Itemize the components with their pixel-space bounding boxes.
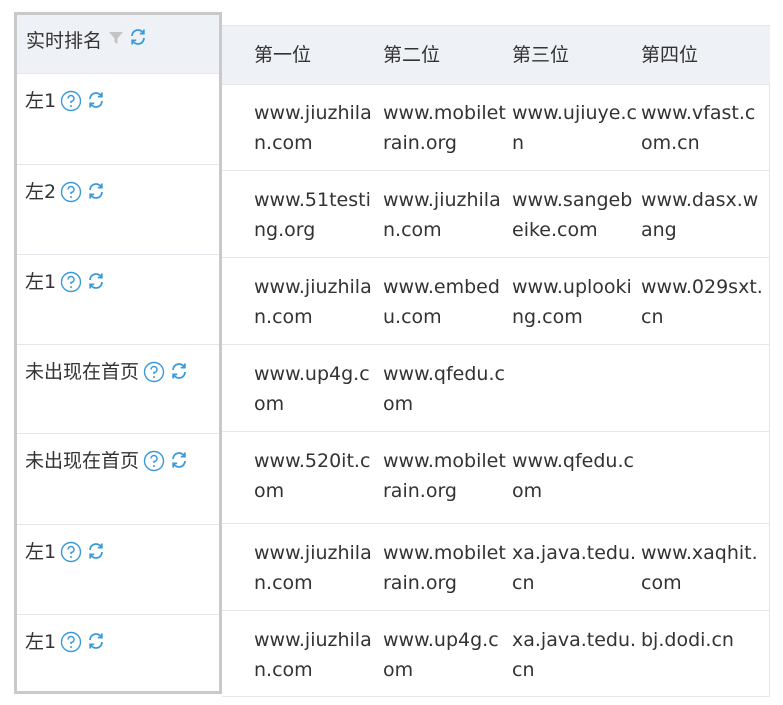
rank-value: 左2 (25, 181, 57, 203)
question-circle-icon[interactable] (60, 181, 82, 203)
site-cell: xa.java.tedu.cn (512, 629, 637, 681)
site-cell: www.mobiletrain.org (383, 102, 506, 154)
site-cell: www.jiuzhilan.com (254, 542, 372, 594)
rank-row: 左1 (17, 525, 219, 615)
rank-table: 第一位 第二位 第三位 第四位 www.jiuzhilan.com www.mo… (0, 0, 783, 705)
column-header-fourth: 第四位 (641, 44, 699, 66)
filter-icon[interactable] (108, 30, 124, 46)
site-cell: www.dasx.wang (641, 189, 759, 241)
refresh-icon[interactable] (86, 90, 106, 110)
rank-column: 实时排名 左1 左2 左1 未出现在首页 未出现在首页 左1 左1 (14, 12, 222, 694)
table-header: 第一位 第二位 第三位 第四位 (222, 25, 770, 85)
column-header-third: 第三位 (512, 44, 570, 66)
site-cell (641, 432, 770, 523)
refresh-icon[interactable] (169, 450, 189, 470)
site-cell: www.029sxt.cn (641, 276, 763, 328)
question-circle-icon[interactable] (60, 541, 82, 563)
rank-value: 未出现在首页 (25, 361, 140, 383)
site-cell: www.embedu.com (383, 276, 500, 328)
question-circle-icon[interactable] (60, 631, 82, 653)
table-row: www.520it.com www.mobiletrain.org www.qf… (222, 432, 770, 524)
site-cell: xa.java.tedu.cn (512, 542, 637, 594)
rank-row: 左2 (17, 165, 219, 255)
site-cell: www.jiuzhilan.com (254, 276, 372, 328)
question-circle-icon[interactable] (60, 90, 82, 112)
site-cell: www.mobiletrain.org (383, 450, 506, 502)
site-cell: www.up4g.com (254, 363, 370, 415)
table-body: www.jiuzhilan.com www.mobiletrain.org ww… (222, 84, 770, 697)
site-cell: www.sangebeike.com (512, 189, 633, 241)
rank-row: 左1 (17, 74, 219, 165)
site-cell (512, 345, 641, 431)
refresh-icon[interactable] (86, 631, 106, 651)
rank-value: 左1 (25, 541, 57, 563)
rank-value: 左1 (25, 631, 57, 653)
table-row: www.jiuzhilan.com www.mobiletrain.org xa… (222, 524, 770, 611)
question-circle-icon[interactable] (60, 271, 82, 293)
site-cell: bj.dodi.cn (641, 629, 734, 651)
table-row: www.up4g.com www.qfedu.com (222, 345, 770, 432)
site-cell: www.mobiletrain.org (383, 542, 506, 594)
rank-row: 未出现在首页 (17, 345, 219, 434)
site-cell: www.ujiuye.cn (512, 102, 637, 154)
table-row: www.jiuzhilan.com www.mobiletrain.org ww… (222, 84, 770, 171)
site-cell: www.vfast.com.cn (641, 102, 756, 154)
question-circle-icon[interactable] (143, 450, 165, 472)
rank-column-title: 实时排名 (26, 30, 103, 52)
rank-value: 左1 (25, 271, 57, 293)
site-cell: www.qfedu.com (512, 450, 634, 502)
refresh-icon[interactable] (86, 271, 106, 291)
table-row: www.jiuzhilan.com www.embedu.com www.upl… (222, 258, 770, 345)
site-cell: www.jiuzhilan.com (383, 189, 501, 241)
site-cell (641, 345, 770, 431)
site-cell: www.51testing.org (254, 189, 371, 241)
refresh-icon[interactable] (169, 361, 189, 381)
rank-row: 左1 (17, 255, 219, 345)
column-header-second: 第二位 (383, 44, 441, 66)
rank-value: 左1 (25, 90, 57, 112)
site-cell: www.520it.com (254, 450, 371, 502)
rank-row: 左1 (17, 615, 219, 691)
refresh-icon[interactable] (86, 541, 106, 561)
table-row: www.51testing.org www.jiuzhilan.com www.… (222, 171, 770, 258)
site-cell: www.qfedu.com (383, 363, 505, 415)
rank-row: 未出现在首页 (17, 434, 219, 525)
site-cell: www.xaqhit.com (641, 542, 758, 594)
column-header-first: 第一位 (254, 44, 312, 66)
rank-value: 未出现在首页 (25, 450, 140, 472)
rank-column-header: 实时排名 (17, 15, 219, 74)
site-cell: www.uplooking.com (512, 276, 632, 328)
question-circle-icon[interactable] (143, 361, 165, 383)
site-cell: www.jiuzhilan.com (254, 102, 372, 154)
site-cell: www.up4g.com (383, 629, 499, 681)
refresh-icon[interactable] (86, 181, 106, 201)
refresh-icon[interactable] (128, 27, 148, 47)
site-cell: www.jiuzhilan.com (254, 629, 372, 681)
table-row: www.jiuzhilan.com www.up4g.com xa.java.t… (222, 611, 770, 697)
